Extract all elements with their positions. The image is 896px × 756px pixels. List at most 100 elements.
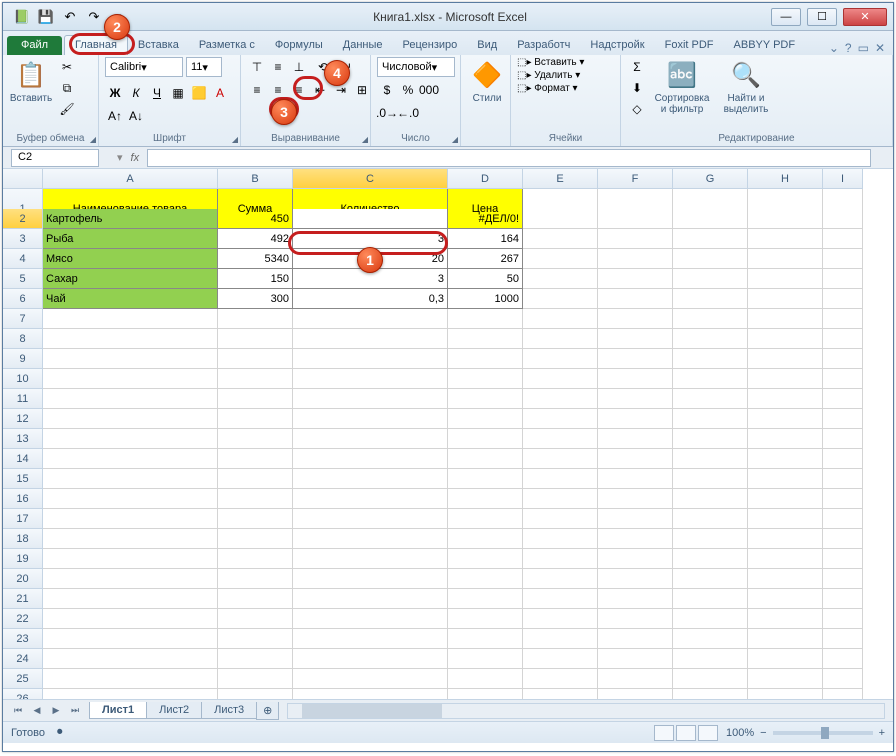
cell[interactable]: 150: [218, 269, 293, 289]
italic-button[interactable]: К: [126, 83, 146, 103]
cell[interactable]: [43, 369, 218, 389]
cell[interactable]: [598, 209, 673, 229]
cell[interactable]: [748, 269, 823, 289]
sheet-tab-2[interactable]: Лист2: [146, 702, 202, 719]
cell[interactable]: [673, 649, 748, 669]
underline-button[interactable]: Ч: [147, 83, 167, 103]
autosum-icon[interactable]: Σ: [627, 57, 647, 77]
cell[interactable]: [43, 589, 218, 609]
cell[interactable]: [673, 229, 748, 249]
cell[interactable]: [598, 289, 673, 309]
cell[interactable]: [218, 369, 293, 389]
col-header-I[interactable]: I: [823, 169, 863, 189]
cell[interactable]: [523, 649, 598, 669]
format-cells-button[interactable]: ⬚▸ Формат ▾: [517, 83, 578, 94]
cell[interactable]: [523, 349, 598, 369]
fx-label[interactable]: fx: [131, 152, 140, 164]
cell[interactable]: [823, 489, 863, 509]
find-select-button[interactable]: 🔍 Найти и выделить: [717, 57, 775, 123]
normal-view-button[interactable]: [654, 725, 674, 741]
cell[interactable]: [598, 689, 673, 699]
tab-review[interactable]: Рецензиро: [393, 36, 468, 55]
wrap-text-button[interactable]: ↵: [337, 57, 357, 77]
cell[interactable]: [448, 389, 523, 409]
cell[interactable]: [293, 429, 448, 449]
cell[interactable]: [523, 209, 598, 229]
cell[interactable]: [748, 469, 823, 489]
cell[interactable]: [673, 609, 748, 629]
tab-foxit[interactable]: Foxit PDF: [655, 36, 724, 55]
row-header-14[interactable]: 14: [3, 449, 43, 469]
cell[interactable]: [43, 549, 218, 569]
name-box[interactable]: C2: [11, 149, 99, 167]
cell[interactable]: [523, 449, 598, 469]
row-header-3[interactable]: 3: [3, 229, 43, 249]
cell[interactable]: [523, 309, 598, 329]
cell[interactable]: [523, 469, 598, 489]
col-header-D[interactable]: D: [448, 169, 523, 189]
cell[interactable]: 164: [448, 229, 523, 249]
cell[interactable]: [823, 249, 863, 269]
row-header-26[interactable]: 26: [3, 689, 43, 699]
cell[interactable]: [43, 489, 218, 509]
cell[interactable]: [748, 589, 823, 609]
cell[interactable]: [523, 229, 598, 249]
cell[interactable]: [523, 389, 598, 409]
row-header-22[interactable]: 22: [3, 609, 43, 629]
cell[interactable]: [218, 629, 293, 649]
worksheet-grid[interactable]: ABCDEFGHI1Наименование товараСуммаКоличе…: [3, 169, 893, 699]
font-size-combo[interactable]: 11 ▾: [186, 57, 222, 77]
tab-data[interactable]: Данные: [333, 36, 393, 55]
cell[interactable]: [598, 529, 673, 549]
cell[interactable]: [218, 529, 293, 549]
cell[interactable]: [673, 429, 748, 449]
cell[interactable]: [448, 409, 523, 429]
cell[interactable]: [673, 309, 748, 329]
cell[interactable]: [748, 529, 823, 549]
cell[interactable]: [823, 689, 863, 699]
cell[interactable]: [823, 449, 863, 469]
cell[interactable]: [448, 669, 523, 689]
cell[interactable]: [823, 329, 863, 349]
cell[interactable]: [523, 269, 598, 289]
font-color-button[interactable]: A: [210, 83, 230, 103]
cell[interactable]: [673, 209, 748, 229]
cut-icon[interactable]: ✂: [57, 57, 77, 77]
cell[interactable]: [523, 289, 598, 309]
close-button[interactable]: ✕: [843, 8, 887, 26]
row-header-17[interactable]: 17: [3, 509, 43, 529]
cell[interactable]: [748, 249, 823, 269]
save-icon[interactable]: 💾: [35, 6, 57, 28]
cell[interactable]: [673, 549, 748, 569]
cell[interactable]: [293, 389, 448, 409]
cell[interactable]: [673, 569, 748, 589]
cell[interactable]: [823, 569, 863, 589]
cell[interactable]: [673, 449, 748, 469]
cell[interactable]: [218, 549, 293, 569]
cell[interactable]: 3: [293, 229, 448, 249]
sort-filter-button[interactable]: 🔤 Сортировка и фильтр: [651, 57, 713, 123]
cell[interactable]: [218, 429, 293, 449]
row-header-7[interactable]: 7: [3, 309, 43, 329]
cell[interactable]: [43, 349, 218, 369]
minimize-ribbon-icon[interactable]: ⌄: [829, 41, 839, 55]
row-header-4[interactable]: 4: [3, 249, 43, 269]
last-sheet-icon[interactable]: ⏭: [66, 703, 84, 719]
increase-decimal-button[interactable]: .0→: [377, 103, 397, 123]
help-icon[interactable]: ?: [845, 41, 852, 55]
cell[interactable]: [448, 329, 523, 349]
orientation-button[interactable]: ⟲: [310, 57, 336, 77]
cell[interactable]: 300: [218, 289, 293, 309]
cell[interactable]: [43, 469, 218, 489]
cell[interactable]: [598, 609, 673, 629]
cell[interactable]: [293, 449, 448, 469]
cell[interactable]: [598, 649, 673, 669]
page-layout-view-button[interactable]: [676, 725, 696, 741]
row-header-13[interactable]: 13: [3, 429, 43, 449]
select-all-corner[interactable]: [3, 169, 43, 189]
cell[interactable]: [598, 549, 673, 569]
cell[interactable]: [218, 389, 293, 409]
cell[interactable]: [43, 329, 218, 349]
cell[interactable]: [823, 269, 863, 289]
redo-icon[interactable]: ↷: [83, 6, 105, 28]
